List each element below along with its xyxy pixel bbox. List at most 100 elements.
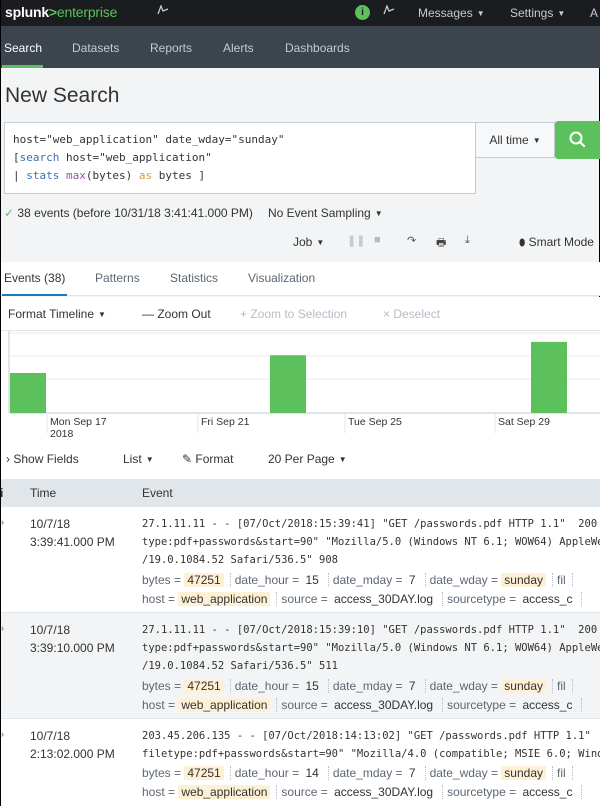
- field-key: date_wday =: [429, 766, 502, 780]
- field-key: fil: [557, 573, 566, 587]
- timeline-svg: Mon Sep 172018 Fri Sep 21 Tue Sep 25 Sat Se…: [8, 331, 600, 439]
- search-button[interactable]: [555, 121, 600, 159]
- event-date: 10/7/18: [30, 729, 71, 743]
- field-value[interactable]: sunday: [501, 766, 546, 780]
- expand-event-icon[interactable]: ›: [1, 729, 4, 739]
- event-column-header[interactable]: Event: [142, 486, 173, 500]
- nav-tab-reports[interactable]: Reports: [150, 41, 192, 55]
- field-value[interactable]: sunday: [501, 679, 546, 693]
- info-icon[interactable]: i: [355, 5, 370, 20]
- splunk-logo[interactable]: splunk>enterprise: [5, 4, 117, 20]
- messages-label: Messages: [418, 6, 473, 20]
- field-sourcetype: sourcetype = access_c: [447, 592, 583, 606]
- raw-line: 203.45.206.135 - - [07/Oct/2018:14:13:02…: [142, 730, 591, 742]
- tab-statistics[interactable]: Statistics: [170, 271, 218, 285]
- field-value[interactable]: 47251: [184, 679, 224, 693]
- field-value[interactable]: access_30DAY.log: [331, 592, 436, 606]
- field-value[interactable]: 7: [406, 573, 419, 587]
- time-range-picker[interactable]: All time ▼: [476, 122, 555, 158]
- activity-icon[interactable]: [157, 4, 169, 18]
- nav-tab-datasets[interactable]: Datasets: [72, 41, 119, 55]
- search-mode-label: Smart Mode: [528, 235, 594, 249]
- field-value[interactable]: access_c: [519, 592, 575, 606]
- export-icon[interactable]: ⤓: [465, 234, 470, 247]
- field-value[interactable]: 7: [406, 679, 419, 693]
- messages-menu[interactable]: Messages ▼: [418, 6, 485, 20]
- field-value[interactable]: access_30DAY.log: [331, 698, 436, 712]
- field-value[interactable]: sunday: [501, 573, 546, 587]
- field-key: source =: [281, 785, 332, 799]
- job-label: Job: [293, 235, 313, 249]
- list-view-dropdown[interactable]: List ▼: [123, 452, 154, 466]
- event-timestamp: 3:39:41.000 PM: [30, 535, 115, 549]
- field-value[interactable]: 47251: [184, 573, 224, 587]
- tab-events[interactable]: Events (38): [4, 271, 65, 285]
- field-host: host = web_application: [142, 785, 278, 799]
- zoom-to-selection-button[interactable]: + Zoom to Selection: [240, 307, 347, 321]
- settings-menu[interactable]: Settings ▼: [510, 6, 565, 20]
- event-sampling-dropdown[interactable]: No Event Sampling ▼: [268, 206, 383, 220]
- field-key: sourcetype =: [447, 698, 520, 712]
- event-row: › 10/7/18 3:39:10.000 PM 27.1.11.11 - - […: [1, 613, 600, 719]
- field-value[interactable]: access_c: [519, 698, 575, 712]
- nav-tab-dashboards[interactable]: Dashboards: [285, 41, 350, 55]
- nav-tab-search[interactable]: Search: [4, 41, 42, 55]
- field-fil: fil: [557, 679, 573, 693]
- field-value[interactable]: web_application: [178, 785, 271, 799]
- event-fields-row: host = web_application source = access_30…: [142, 785, 586, 799]
- format-timeline-dropdown[interactable]: Format Timeline ▼: [8, 307, 106, 321]
- search-query-input[interactable]: host="web_application" date_wday="sunday…: [4, 122, 476, 194]
- tab-patterns[interactable]: Patterns: [95, 271, 140, 285]
- logo-splunk-text: splunk: [5, 4, 49, 20]
- show-fields-button[interactable]: › Show Fields: [6, 452, 79, 466]
- field-date-wday: date_wday = sunday: [430, 573, 553, 587]
- search-mode-dropdown[interactable]: ⬮ Smart Mode: [519, 235, 594, 249]
- deselect-button[interactable]: × Deselect: [383, 307, 440, 321]
- job-menu[interactable]: Job ▼: [293, 235, 324, 249]
- info-column-icon: i: [0, 486, 4, 500]
- field-key: bytes =: [142, 679, 185, 693]
- field-value[interactable]: 15: [302, 573, 321, 587]
- activity-app-icon[interactable]: [383, 4, 395, 18]
- field-key: fil: [557, 766, 566, 780]
- timeline-chart[interactable]: Mon Sep 17 2018 Fri Sep 21 Tue Sep 25 Sat Se…: [1, 331, 600, 439]
- field-key: bytes =: [142, 766, 185, 780]
- expand-event-icon[interactable]: ›: [1, 623, 4, 633]
- field-date-wday: date_wday = sunday: [430, 766, 553, 780]
- zoom-out-button[interactable]: — Zoom Out: [142, 307, 211, 321]
- field-value[interactable]: access_c: [519, 785, 575, 799]
- expand-event-icon[interactable]: ›: [1, 517, 4, 527]
- tab-visualization[interactable]: Visualization: [248, 271, 315, 285]
- per-page-dropdown[interactable]: 20 Per Page ▼: [268, 452, 347, 466]
- chevron-down-icon: ▼: [374, 209, 383, 218]
- stop-icon[interactable]: ■: [374, 234, 381, 246]
- time-column-header[interactable]: Time: [30, 486, 56, 500]
- event-fields-row: bytes = 47251 date_hour = 14 date_mday = 7…: [142, 766, 577, 780]
- field-value[interactable]: 7: [406, 766, 419, 780]
- per-page-label: 20 Per Page: [268, 452, 335, 466]
- field-bytes: bytes = 47251: [142, 766, 231, 780]
- field-value[interactable]: 47251: [184, 766, 224, 780]
- field-value[interactable]: access_30DAY.log: [331, 785, 436, 799]
- share-icon[interactable]: ↷: [407, 234, 416, 247]
- pause-icon[interactable]: ❚❚: [347, 234, 365, 247]
- chevron-down-icon: ▼: [145, 455, 154, 464]
- field-value[interactable]: 14: [302, 766, 321, 780]
- activity-menu[interactable]: A: [590, 6, 598, 20]
- format-button[interactable]: ✎ Format: [182, 452, 233, 466]
- nav-tab-alerts[interactable]: Alerts: [223, 41, 254, 55]
- event-date: 10/7/18: [30, 517, 71, 531]
- field-key: date_mday =: [332, 679, 406, 693]
- x-tick-label: Mon Sep 17: [50, 416, 107, 428]
- field-value[interactable]: 15: [302, 679, 321, 693]
- field-source: source = access_30DAY.log: [281, 698, 444, 712]
- field-value[interactable]: web_application: [178, 698, 271, 712]
- field-key: source =: [281, 592, 332, 606]
- show-fields-label: Show Fields: [13, 452, 79, 466]
- field-value[interactable]: web_application: [178, 592, 271, 606]
- timeline-bar: [270, 355, 306, 413]
- field-key: date_wday =: [429, 679, 502, 693]
- chevron-down-icon: ▼: [98, 310, 106, 319]
- print-icon[interactable]: 🖶: [436, 234, 446, 253]
- event-row: › 10/7/18 2:13:02.000 PM 203.45.206.135 -…: [1, 719, 600, 806]
